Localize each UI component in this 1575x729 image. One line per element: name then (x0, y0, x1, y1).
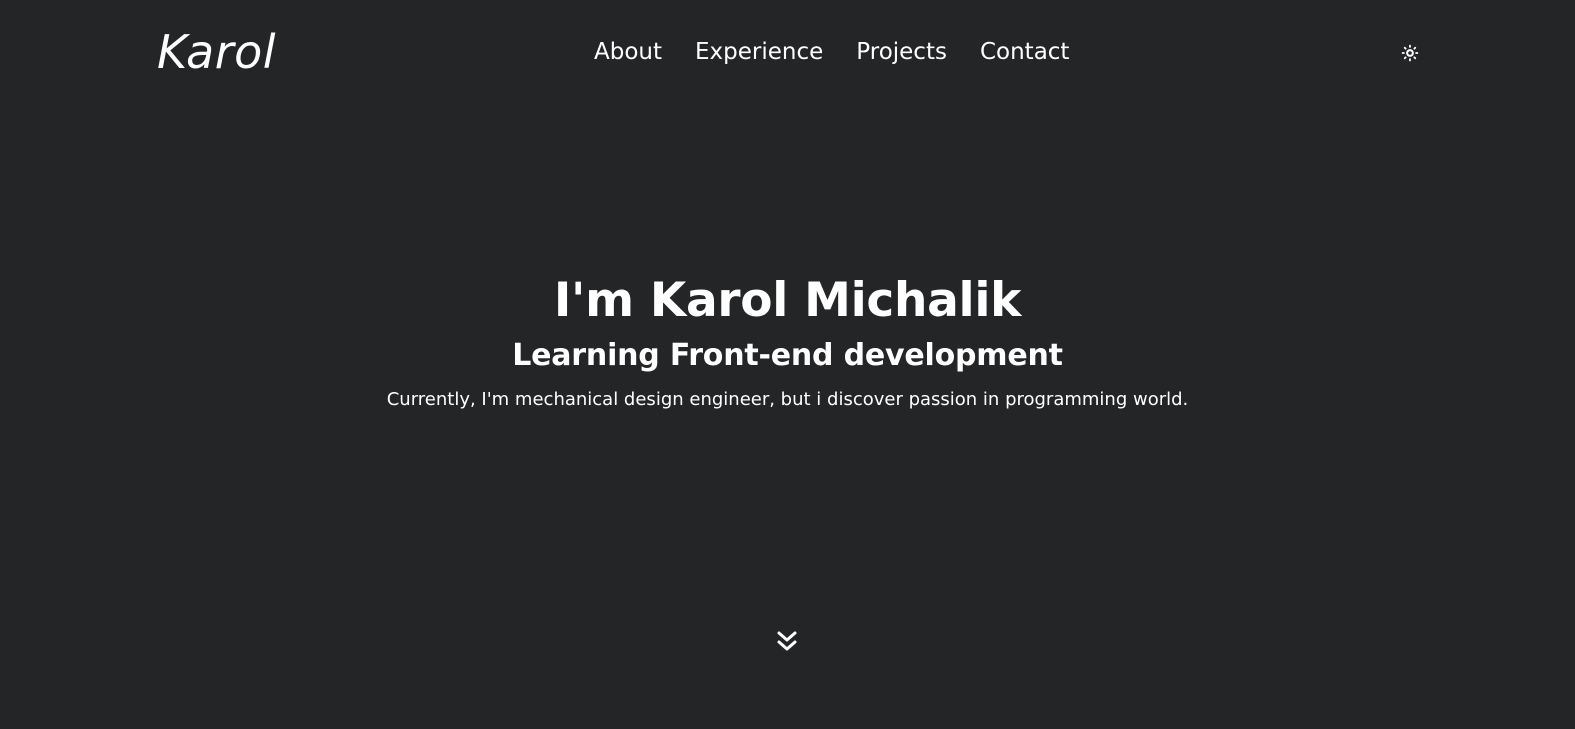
hero-section: I'm Karol Michalik Learning Front-end de… (0, 270, 1575, 413)
logo-link[interactable]: Karol (157, 24, 276, 80)
double-chevron-down-icon (777, 631, 797, 651)
scroll-down-button[interactable] (776, 630, 798, 654)
hero-description: Currently, I'm mechanical design enginee… (386, 389, 1189, 410)
main-nav: About Experience Projects Contact (594, 35, 1069, 69)
nav-link-projects[interactable]: Projects (856, 35, 947, 69)
nav-link-experience[interactable]: Experience (695, 35, 823, 69)
nav-link-contact[interactable]: Contact (980, 35, 1069, 69)
sun-icon (1401, 44, 1419, 62)
hero-subtitle: Learning Front-end development (512, 338, 1063, 373)
page: Karol About Experience Projects Contact … (0, 0, 1575, 729)
theme-toggle-button[interactable] (1400, 43, 1420, 63)
nav-link-about[interactable]: About (594, 35, 662, 69)
hero-title: I'm Karol Michalik (553, 273, 1022, 328)
